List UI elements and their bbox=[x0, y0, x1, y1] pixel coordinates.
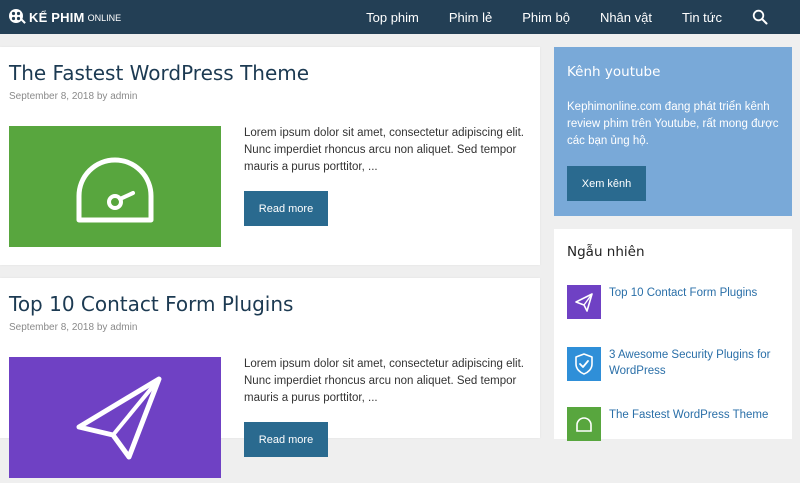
post-date[interactable]: September 8, 2018 bbox=[9, 322, 94, 333]
site-header: KỂ PHIM ONLINE Top phim Phim lẻ Phim bộ … bbox=[0, 0, 800, 34]
gauge-icon bbox=[576, 417, 592, 432]
post-author[interactable]: admin bbox=[110, 322, 137, 333]
post-title[interactable]: The Fastest WordPress Theme bbox=[9, 61, 309, 85]
random-post-link[interactable]: The Fastest WordPress Theme bbox=[609, 407, 789, 423]
post-meta: September 8, 2018 by admin bbox=[9, 91, 137, 102]
post-card: Top 10 Contact Form Plugins September 8,… bbox=[0, 278, 540, 478]
random-post-link[interactable]: Top 10 Contact Form Plugins bbox=[609, 285, 789, 301]
logo-film-icon bbox=[9, 9, 26, 24]
paper-plane-icon bbox=[76, 376, 162, 460]
post-date[interactable]: September 8, 2018 bbox=[9, 91, 94, 102]
paper-plane-icon bbox=[575, 293, 593, 312]
read-more-button[interactable]: Read more bbox=[244, 422, 328, 457]
random-posts-widget: Ngẫu nhiên Top 10 Contact Form Plugins 3… bbox=[554, 229, 792, 441]
youtube-widget: Kênh youtube Kephimonline.com đang phát … bbox=[554, 47, 792, 216]
random-post-item[interactable]: Top 10 Contact Form Plugins bbox=[567, 285, 787, 325]
search-icon[interactable] bbox=[752, 9, 768, 25]
widget-title: Ngẫu nhiên bbox=[567, 244, 645, 260]
random-post-link[interactable]: 3 Awesome Security Plugins for WordPress bbox=[609, 347, 789, 379]
nav-item-nhan-vat[interactable]: Nhân vật bbox=[600, 10, 652, 25]
random-post-item[interactable]: The Fastest WordPress Theme bbox=[567, 407, 787, 447]
post-excerpt: Lorem ipsum dolor sit amet, consectetur … bbox=[244, 358, 524, 404]
nav-item-phim-bo[interactable]: Phim bộ bbox=[522, 10, 570, 25]
post-author[interactable]: admin bbox=[110, 91, 137, 102]
random-post-thumbnail[interactable] bbox=[567, 285, 601, 319]
nav-item-top-phim[interactable]: Top phim bbox=[366, 10, 419, 25]
post-thumbnail[interactable] bbox=[9, 357, 221, 478]
random-post-thumbnail[interactable] bbox=[567, 347, 601, 381]
nav-item-tin-tuc[interactable]: Tin tức bbox=[682, 10, 722, 25]
post-by: by bbox=[96, 322, 108, 333]
post-by: by bbox=[96, 91, 108, 102]
post-meta: September 8, 2018 by admin bbox=[9, 322, 137, 333]
random-post-thumbnail[interactable] bbox=[567, 407, 601, 441]
site-logo[interactable]: KỂ PHIM ONLINE bbox=[8, 7, 121, 27]
post-excerpt: Lorem ipsum dolor sit amet, consectetur … bbox=[244, 127, 524, 173]
view-channel-button[interactable]: Xem kênh bbox=[567, 166, 646, 201]
widget-text: Kephimonline.com đang phát triển kênh re… bbox=[567, 101, 779, 147]
random-post-item[interactable]: 3 Awesome Security Plugins for WordPress bbox=[567, 347, 787, 387]
logo-text: KỂ PHIM bbox=[29, 9, 85, 25]
shield-check-icon bbox=[575, 353, 593, 375]
main-nav: Top phim Phim lẻ Phim bộ Nhân vật Tin tứ… bbox=[366, 0, 800, 34]
nav-item-phim-le[interactable]: Phim lẻ bbox=[449, 10, 492, 25]
post-thumbnail[interactable] bbox=[9, 126, 221, 247]
widget-title: Kênh youtube bbox=[567, 64, 661, 80]
logo-subtext: ONLINE bbox=[87, 13, 122, 23]
read-more-button[interactable]: Read more bbox=[244, 191, 328, 226]
post-card: The Fastest WordPress Theme September 8,… bbox=[0, 47, 540, 265]
gauge-icon bbox=[76, 157, 154, 223]
post-title[interactable]: Top 10 Contact Form Plugins bbox=[9, 292, 293, 316]
